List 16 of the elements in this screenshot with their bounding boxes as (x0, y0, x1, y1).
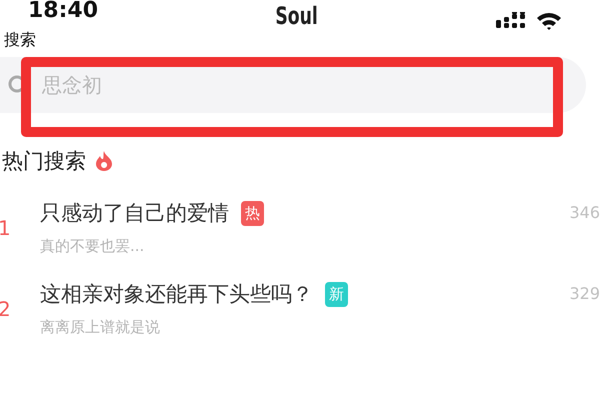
app-logo: Soul (276, 2, 318, 30)
status-time: 18:40 (28, 0, 98, 22)
section-heading: 热门搜索 (2, 148, 86, 175)
topic-subtitle: 离离原上谱就是说 (40, 318, 161, 337)
page-title: 搜索 (3, 30, 37, 51)
topic-subtitle: 真的不要也罢... (40, 237, 146, 256)
topic-tag: 新 (325, 282, 348, 306)
search-topic[interactable]: 这相亲对象还能再下头些吗？ (40, 280, 313, 308)
rank-number: 1 (0, 216, 12, 240)
search-topic[interactable]: 只感动了自己的爱情 (40, 199, 229, 227)
signal-icon (496, 12, 526, 28)
wifi-icon (536, 12, 562, 30)
view-count: 346 (569, 203, 600, 224)
topic-tag: 热 (241, 200, 264, 226)
view-count: 329 (569, 284, 600, 305)
flame-icon (96, 151, 112, 171)
